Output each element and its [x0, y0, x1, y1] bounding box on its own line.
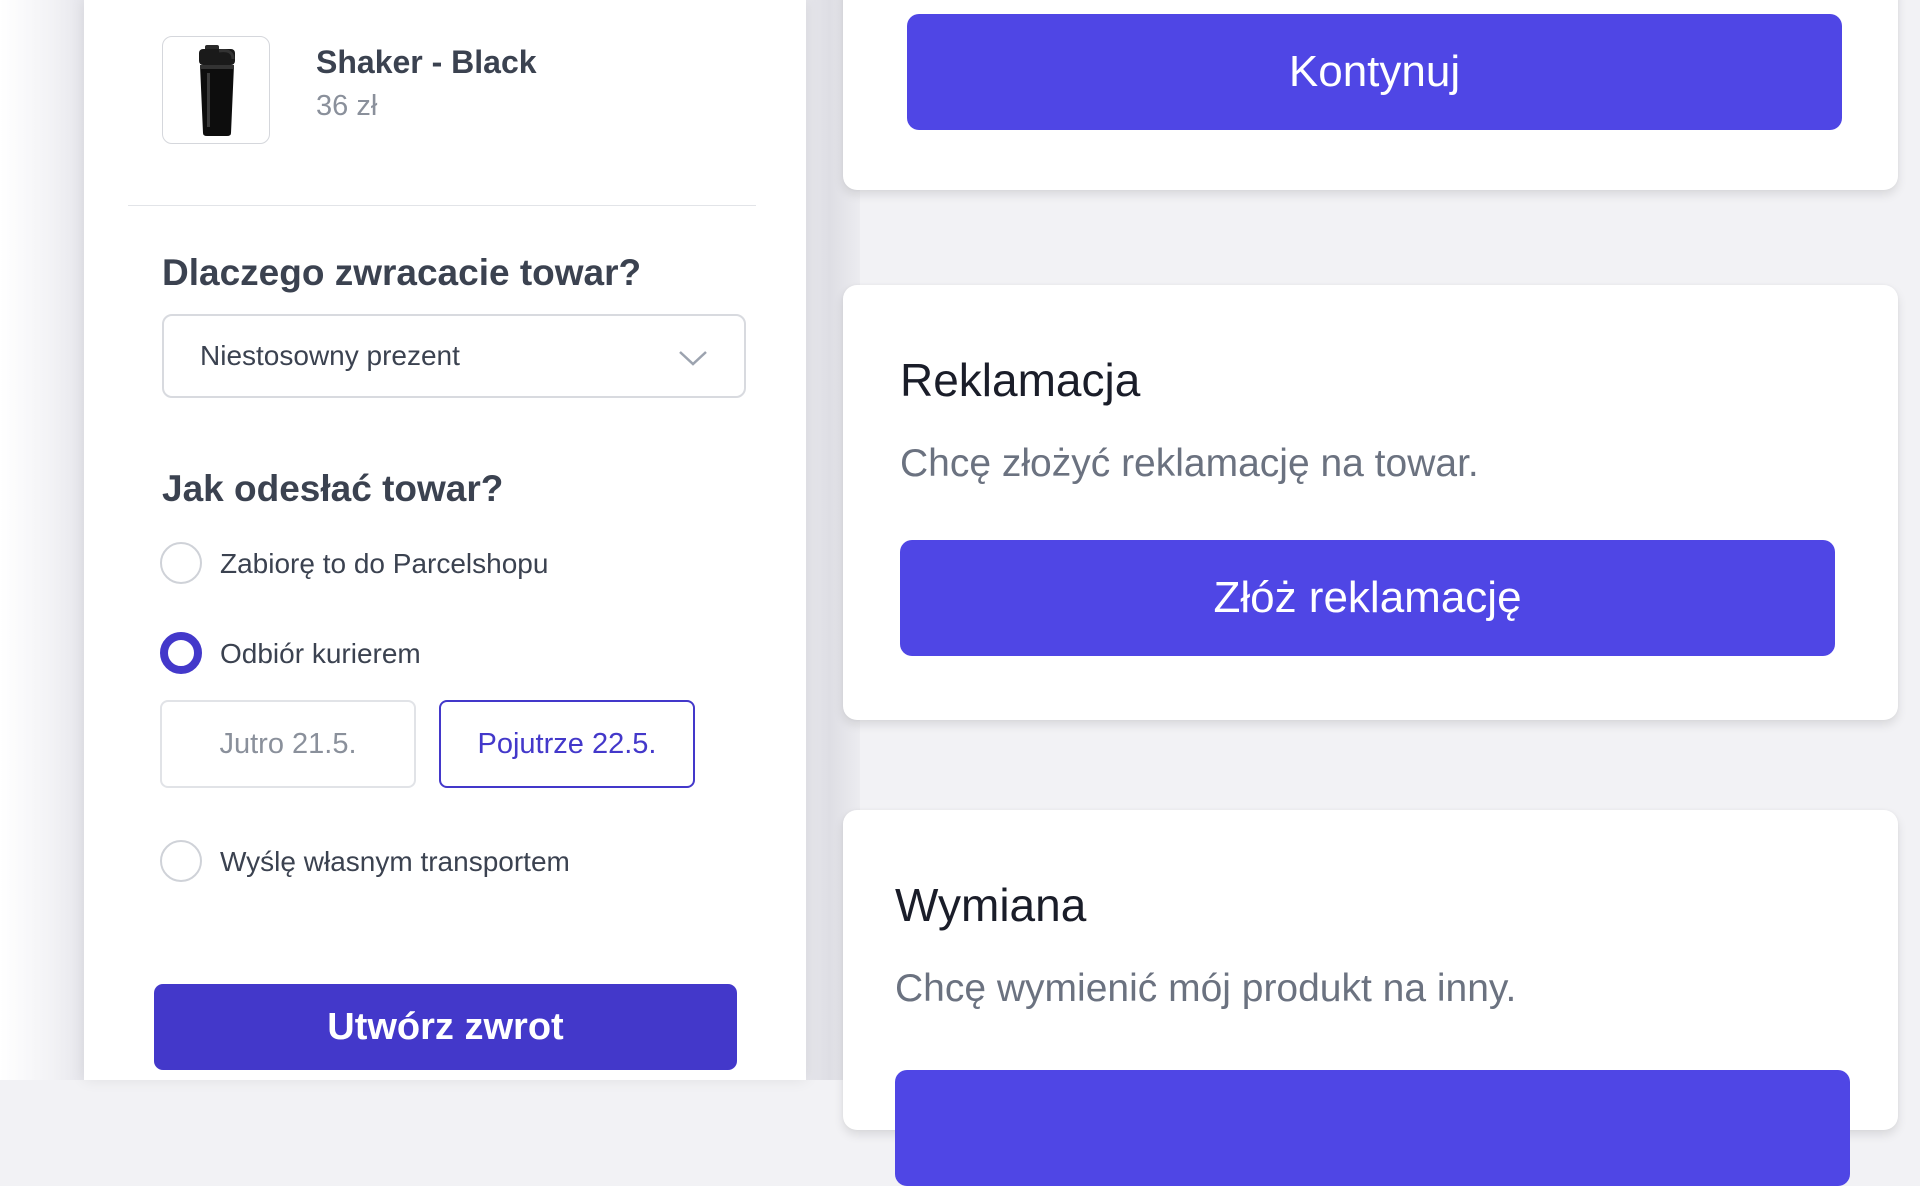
return-form-panel: Shaker - Black 36 zł Dlaczego zwracacie … [84, 0, 806, 1080]
product-summary: Shaker - Black 36 zł [162, 36, 762, 146]
options-column: Kontynuj Reklamacja Chcę złożyć reklamac… [840, 0, 1920, 1186]
pickup-date-day-after[interactable]: Pojutrze 22.5. [439, 700, 695, 788]
shipping-option-label: Zabiorę to do Parcelshopu [220, 548, 549, 579]
shipping-option-label: Odbiór kurierem [220, 638, 421, 669]
return-reason-value: Niestosowny prezent [200, 340, 460, 371]
file-complaint-button[interactable]: Złóż reklamację [900, 540, 1835, 656]
product-price: 36 zł [316, 90, 378, 122]
complaint-card: Reklamacja Chcę złożyć reklamację na tow… [843, 285, 1898, 720]
radio-unchecked[interactable] [160, 542, 202, 584]
chevron-down-icon [679, 351, 707, 366]
reason-question: Dlaczego zwracacie towar? [162, 252, 642, 293]
exchange-description: Chcę wymienić mój produkt na inny. [895, 967, 1517, 1010]
continue-button[interactable]: Kontynuj [907, 14, 1842, 130]
shipping-option-label: Wyślę własnym transportem [220, 846, 570, 877]
shaker-bottle-icon [199, 45, 235, 136]
exchange-title: Wymiana [895, 879, 1087, 931]
shipping-question: Jak odesłać towar? [162, 468, 504, 509]
complaint-title: Reklamacja [900, 354, 1141, 406]
product-thumbnail [162, 36, 270, 144]
complaint-description: Chcę złożyć reklamację na towar. [900, 442, 1479, 485]
return-reason-select[interactable]: Niestosowny prezent [162, 314, 746, 398]
radio-unchecked[interactable] [160, 840, 202, 882]
divider [128, 205, 756, 206]
background-left [0, 0, 90, 1080]
radio-checked[interactable] [160, 632, 202, 674]
pickup-date-tomorrow[interactable]: Jutro 21.5. [160, 700, 416, 788]
create-return-button[interactable]: Utwórz zwrot [154, 984, 737, 1070]
continue-card: Kontynuj [843, 0, 1898, 190]
exchange-button[interactable] [895, 1070, 1850, 1186]
product-name: Shaker - Black [316, 44, 537, 80]
exchange-card: Wymiana Chcę wymienić mój produkt na inn… [843, 810, 1898, 1186]
